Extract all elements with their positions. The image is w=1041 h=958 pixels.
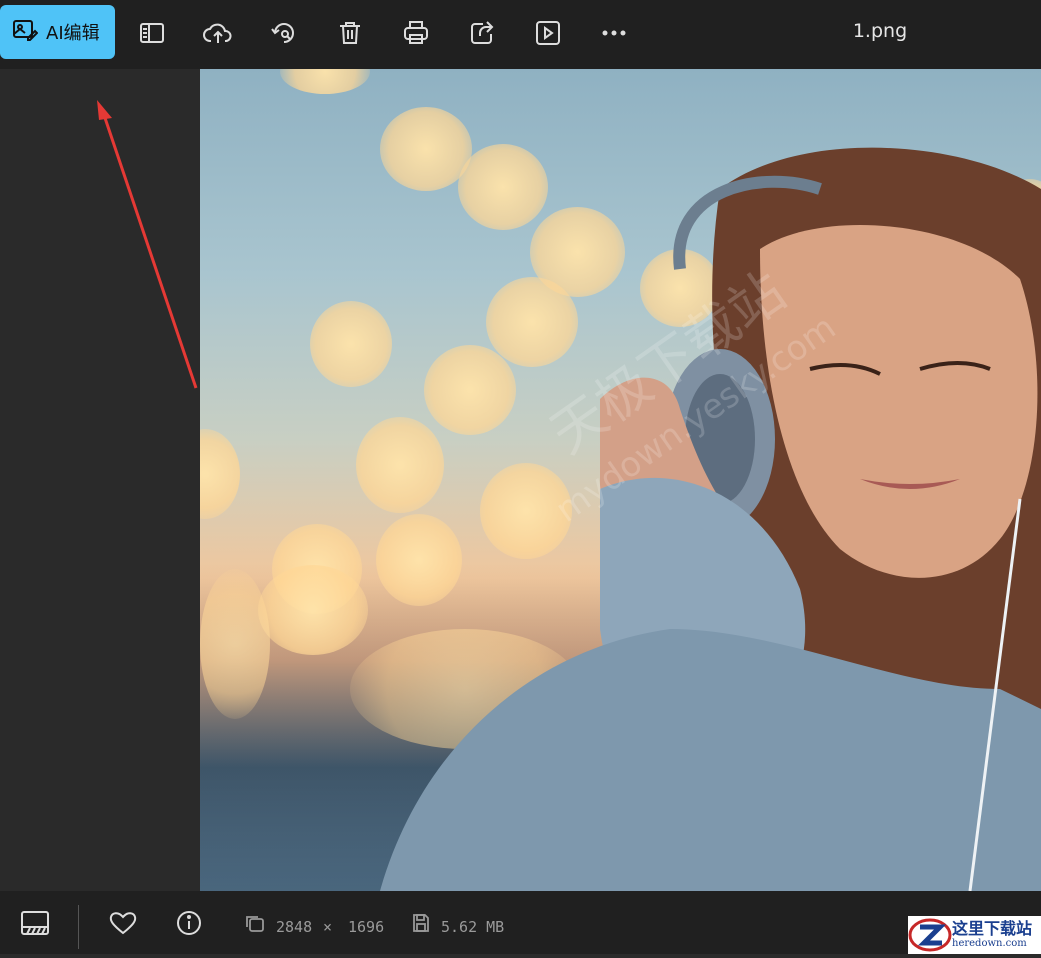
ai-edit-label: AI编辑 [46,23,100,44]
trash-icon[interactable] [333,16,367,50]
filmstrip-toggle-icon[interactable] [20,908,50,938]
sidebar-toggle-icon[interactable] [135,16,169,50]
site-logo: 这里下载站 heredown.com [908,916,1041,954]
logo-name: 这里下载站 [952,919,1033,938]
info-icon[interactable] [174,908,204,938]
file-name: 1.png [852,20,908,42]
thumbnail-sidebar [0,69,200,891]
image-edit-icon [12,18,46,47]
rotate-icon[interactable] [267,16,301,50]
dimensions-icon [240,908,270,938]
file-size: 5.62 MB [441,918,505,936]
share-icon[interactable] [465,16,499,50]
more-icon[interactable] [597,16,631,50]
logo-url: heredown.com [952,938,1027,949]
ai-edit-button[interactable]: AI编辑 [0,5,115,59]
image-height: 1696 [348,918,385,936]
file-size-icon [406,908,436,938]
logo-mark-icon [908,916,952,954]
print-icon[interactable] [399,16,433,50]
image-preview[interactable]: 天极下载站 mydown.yesky.com [200,69,1041,891]
cloud-upload-icon[interactable] [201,16,235,50]
image-width: 2848 [276,918,313,936]
statusbar-divider [78,905,79,949]
bottom-statusbar [0,891,1041,954]
favorite-heart-icon[interactable] [108,908,138,938]
dimensions-separator: × [323,918,333,936]
top-toolbar: AI编辑 1.png [0,0,1041,69]
slideshow-icon[interactable] [531,16,565,50]
